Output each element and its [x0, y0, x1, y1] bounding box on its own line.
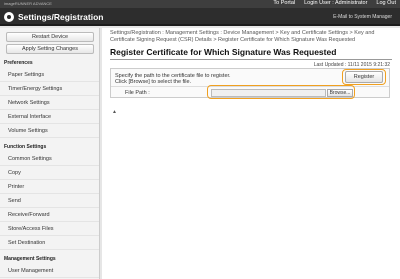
breadcrumb-line-1[interactable]: Settings/Registration : Management Setti… [110, 30, 392, 37]
main-content: Settings/Registration : Management Setti… [102, 28, 400, 279]
instructions: Specify the path to the certificate file… [115, 73, 231, 85]
sidebar-item-store-access-files[interactable]: Store/Access Files [0, 222, 99, 236]
sidebar-item-common-settings[interactable]: Common Settings [0, 152, 99, 166]
sidebar-item-copy[interactable]: Copy [0, 166, 99, 180]
file-path-input[interactable] [211, 89, 326, 97]
sidebar-item-timer-energy[interactable]: Timer/Energy Settings [0, 82, 99, 96]
register-button[interactable]: Register [345, 71, 383, 83]
breadcrumb-line-2[interactable]: Certificate Signing Request (CSR) Detail… [110, 37, 392, 44]
sidebar: Restart Device Apply Setting Changes Pre… [0, 28, 100, 279]
restart-device-button[interactable]: Restart Device [6, 32, 94, 42]
device-name: imageRUNNER ADVANCE [4, 1, 52, 6]
register-panel: Specify the path to the certificate file… [110, 68, 390, 99]
sidebar-section-management-settings: Management Settings [4, 256, 56, 262]
login-user-name: Administrator [335, 0, 368, 6]
title-divider [110, 59, 392, 60]
settings-logo-icon [4, 12, 14, 22]
app-title: Settings/Registration [18, 12, 104, 22]
sidebar-item-network-settings[interactable]: Network Settings [0, 96, 99, 110]
sidebar-item-receive-forward[interactable]: Receive/Forward [0, 208, 99, 222]
logout-link[interactable]: Log Out [376, 0, 396, 6]
sidebar-item-user-management[interactable]: User Management [0, 264, 99, 278]
login-user-label: Login User : Administrator [304, 0, 367, 6]
apply-setting-changes-button[interactable]: Apply Setting Changes [6, 44, 94, 54]
sidebar-section-function-settings: Function Settings [4, 144, 47, 150]
sidebar-item-paper-settings[interactable]: Paper Settings [0, 68, 99, 82]
browse-button[interactable]: Browse... [327, 89, 353, 97]
app-header: Settings/Registration E-Mail to System M… [0, 8, 400, 26]
top-status-strip: imageRUNNER ADVANCE To Portal Login User… [0, 0, 400, 8]
sidebar-item-volume-settings[interactable]: Volume Settings [0, 124, 99, 138]
file-path-row: File Path : Browse... [111, 85, 389, 99]
sidebar-item-send[interactable]: Send [0, 194, 99, 208]
file-path-label: File Path : [125, 90, 150, 96]
page-title: Register Certificate for Which Signature… [110, 47, 337, 57]
page-top-icon[interactable]: ▲ [112, 109, 118, 115]
email-system-manager-link[interactable]: E-Mail to System Manager [333, 14, 392, 20]
top-links: To Portal Login User : Administrator Log… [273, 0, 396, 6]
sidebar-item-set-destination[interactable]: Set Destination [0, 236, 99, 250]
sidebar-item-printer[interactable]: Printer [0, 180, 99, 194]
sidebar-section-preferences: Preferences [4, 60, 33, 66]
breadcrumb: Settings/Registration : Management Setti… [110, 30, 392, 44]
login-user-prefix: Login User : [304, 0, 334, 6]
sidebar-item-external-interface[interactable]: External Interface [0, 110, 99, 124]
to-portal-link[interactable]: To Portal [273, 0, 295, 6]
